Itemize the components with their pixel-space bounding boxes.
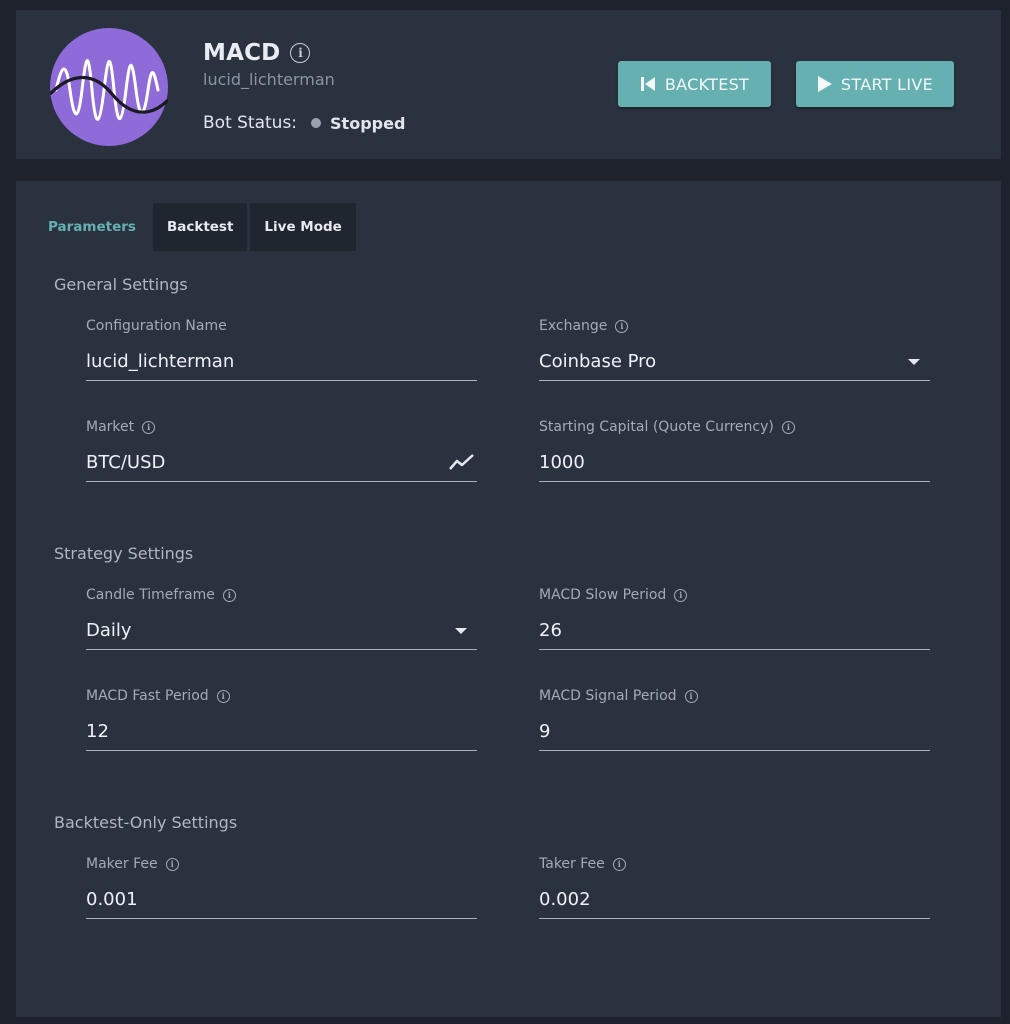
start-live-button[interactable]: START LIVE	[796, 61, 954, 107]
taker-fee-field: Taker Fee i 0.002	[539, 854, 930, 919]
caret-down-icon	[455, 628, 467, 634]
bot-header: MACD i lucid_lichterman Bot Status: Stop…	[16, 10, 1001, 159]
general-settings-title: General Settings	[54, 275, 188, 294]
taker-fee-label: Taker Fee	[539, 856, 605, 872]
info-icon[interactable]: i	[142, 420, 156, 434]
macd-fast-period-label: MACD Fast Period	[86, 688, 209, 704]
exchange-value: Coinbase Pro	[539, 350, 657, 372]
configuration-name-input[interactable]: lucid_lichterman	[86, 348, 477, 381]
start-live-button-label: START LIVE	[840, 74, 934, 94]
macd-signal-period-value: 9	[539, 720, 551, 742]
info-icon[interactable]: i	[165, 857, 179, 871]
starting-capital-field: Starting Capital (Quote Currency) i 1000	[539, 417, 930, 482]
market-value: BTC/USD	[86, 451, 166, 473]
candle-timeframe-value: Daily	[86, 619, 132, 641]
trend-chart-icon[interactable]	[449, 453, 475, 471]
market-field: Market i BTC/USD	[86, 417, 477, 482]
exchange-select[interactable]: Coinbase Pro	[539, 348, 930, 381]
configuration-name-value: lucid_lichterman	[86, 350, 235, 372]
candle-timeframe-label: Candle Timeframe	[86, 587, 215, 603]
backtest-button[interactable]: BACKTEST	[618, 61, 771, 107]
info-icon[interactable]: i	[222, 588, 236, 602]
candle-timeframe-select[interactable]: Daily	[86, 617, 477, 650]
macd-slow-period-field: MACD Slow Period i 26	[539, 585, 930, 650]
tab-bar: Parameters Backtest Live Mode	[36, 203, 359, 251]
info-icon[interactable]: i	[674, 588, 688, 602]
tab-parameters[interactable]: Parameters	[36, 203, 150, 251]
bot-status: Bot Status: Stopped	[203, 113, 405, 133]
candle-timeframe-field: Candle Timeframe i Daily	[86, 585, 477, 650]
macd-signal-period-field: MACD Signal Period i 9	[539, 686, 930, 751]
settings-panel: Parameters Backtest Live Mode General Se…	[16, 181, 1001, 1017]
info-icon[interactable]: i	[615, 319, 629, 333]
macd-slow-period-value: 26	[539, 619, 562, 641]
info-icon[interactable]: i	[216, 689, 230, 703]
tab-live-mode[interactable]: Live Mode	[250, 203, 356, 251]
starting-capital-value: 1000	[539, 451, 585, 473]
macd-fast-period-field: MACD Fast Period i 12	[86, 686, 477, 751]
configuration-name-field: Configuration Name lucid_lichterman	[86, 316, 477, 381]
macd-signal-period-input[interactable]: 9	[539, 718, 930, 751]
taker-fee-input[interactable]: 0.002	[539, 886, 930, 919]
exchange-label: Exchange	[539, 318, 608, 334]
macd-fast-period-value: 12	[86, 720, 109, 742]
backtest-only-settings-title: Backtest-Only Settings	[54, 813, 238, 832]
info-icon[interactable]: i	[612, 857, 626, 871]
maker-fee-label: Maker Fee	[86, 856, 158, 872]
info-icon[interactable]: i	[684, 689, 698, 703]
info-icon[interactable]: i	[290, 43, 311, 63]
starting-capital-input[interactable]: 1000	[539, 449, 930, 482]
macd-signal-period-label: MACD Signal Period	[539, 688, 677, 704]
bot-avatar	[50, 28, 168, 146]
strategy-settings-title: Strategy Settings	[54, 544, 194, 563]
market-input[interactable]: BTC/USD	[86, 449, 477, 482]
status-dot-icon	[311, 118, 322, 128]
backtest-button-label: BACKTEST	[664, 74, 750, 94]
macd-slow-period-input[interactable]: 26	[539, 617, 930, 650]
exchange-field: Exchange i Coinbase Pro	[539, 316, 930, 381]
bot-name: MACD	[203, 40, 281, 66]
caret-down-icon	[908, 359, 920, 365]
skip-back-icon	[640, 77, 655, 91]
starting-capital-label: Starting Capital (Quote Currency)	[539, 419, 774, 435]
configuration-name-label: Configuration Name	[86, 318, 227, 334]
taker-fee-value: 0.002	[539, 888, 591, 910]
status-value: Stopped	[330, 113, 406, 133]
market-label: Market	[86, 419, 135, 435]
tab-backtest[interactable]: Backtest	[152, 203, 248, 251]
status-label: Bot Status:	[203, 113, 298, 133]
maker-fee-field: Maker Fee i 0.001	[86, 854, 477, 919]
maker-fee-value: 0.001	[86, 888, 138, 910]
maker-fee-input[interactable]: 0.001	[86, 886, 477, 919]
bot-config-name: lucid_lichterman	[203, 70, 335, 89]
info-icon[interactable]: i	[781, 420, 795, 434]
macd-slow-period-label: MACD Slow Period	[539, 587, 667, 603]
macd-fast-period-input[interactable]: 12	[86, 718, 477, 751]
play-icon	[817, 76, 832, 92]
